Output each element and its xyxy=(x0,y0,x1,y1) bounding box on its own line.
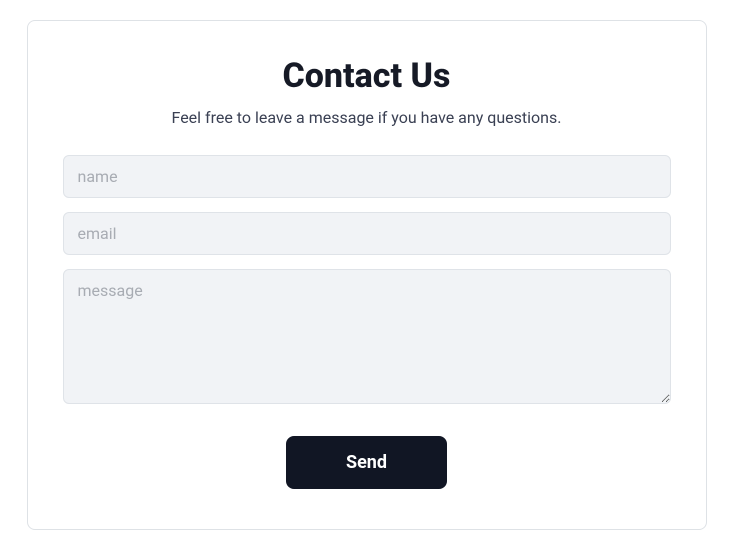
message-textarea[interactable] xyxy=(63,269,671,404)
page-subtitle: Feel free to leave a message if you have… xyxy=(63,108,671,127)
name-input[interactable] xyxy=(63,155,671,198)
email-input[interactable] xyxy=(63,212,671,255)
page-title: Contact Us xyxy=(63,56,671,96)
contact-card: Contact Us Feel free to leave a message … xyxy=(27,20,707,530)
button-row: Send xyxy=(63,436,671,489)
send-button[interactable]: Send xyxy=(286,436,447,489)
